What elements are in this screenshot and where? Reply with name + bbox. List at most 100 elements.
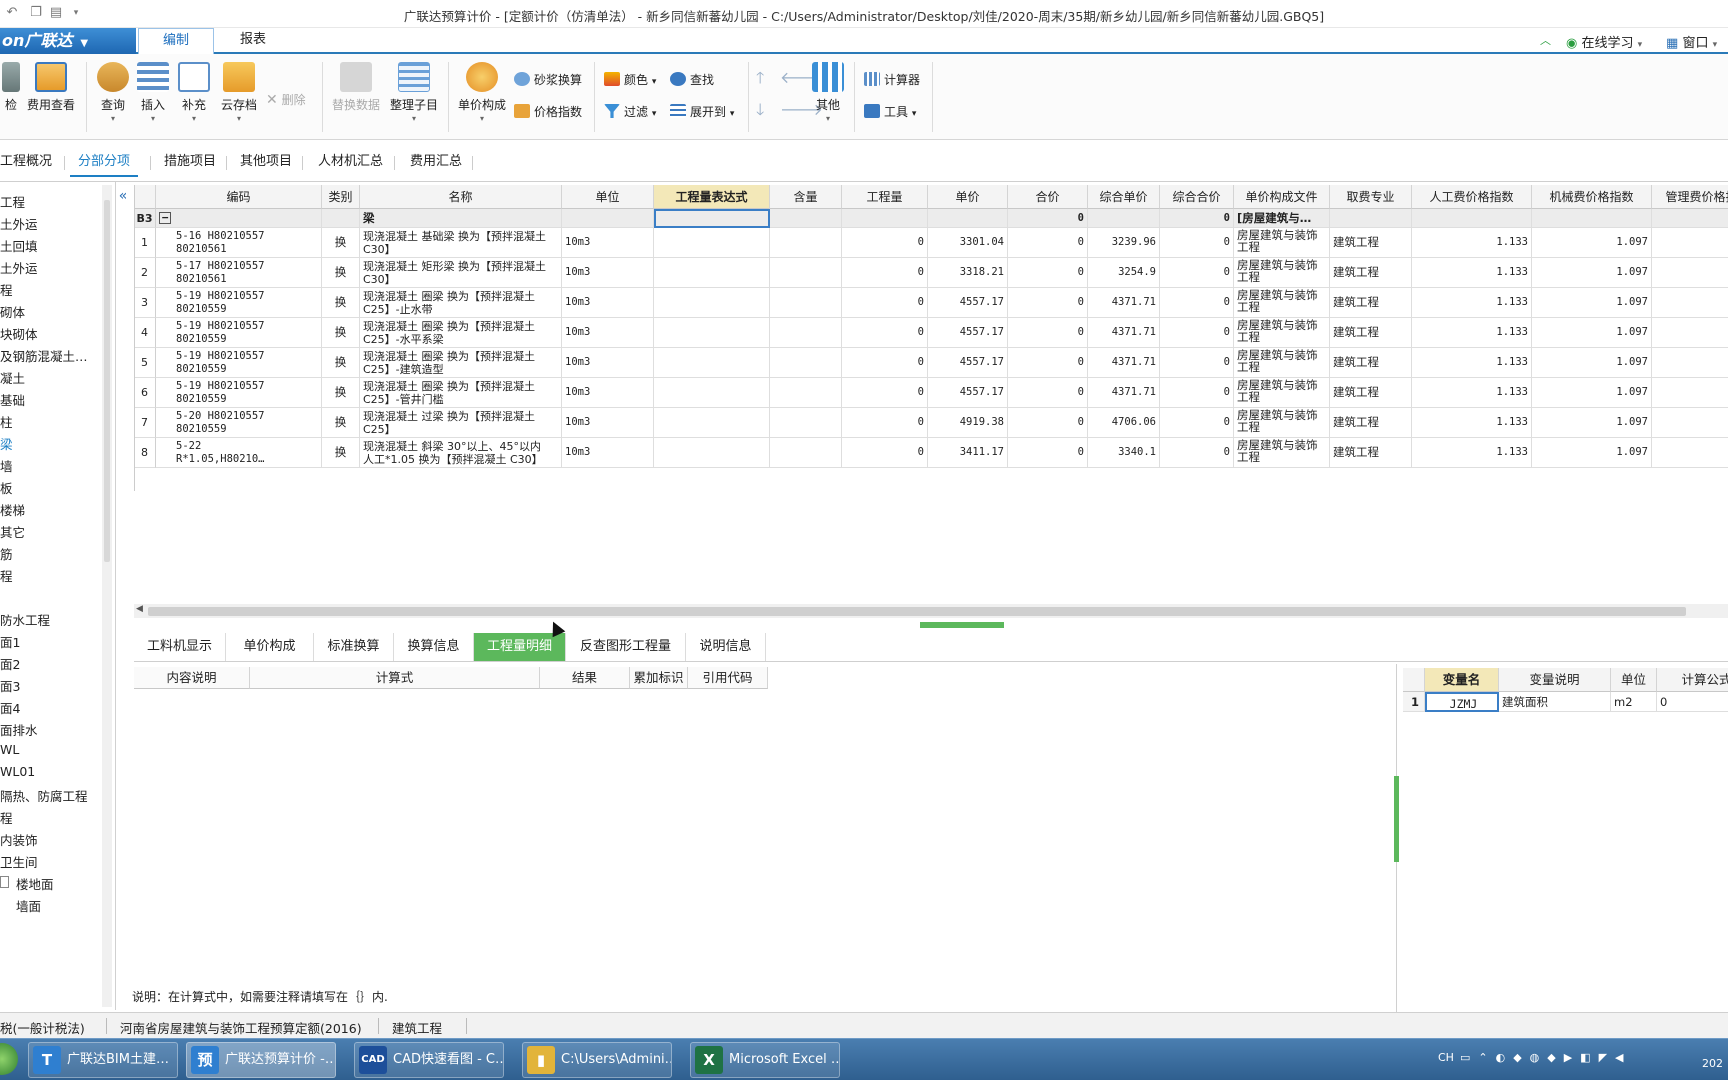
grid-cell[interactable]: [房屋建筑与… <box>1234 209 1330 228</box>
detail-column-header[interactable]: 累加标识 <box>630 667 688 689</box>
quantity-expression-cell[interactable] <box>654 318 770 348</box>
type-cell[interactable]: 换 <box>322 348 360 378</box>
grid-cell[interactable] <box>842 209 928 228</box>
fee-view-button[interactable]: 费用查看 <box>26 62 76 113</box>
query-button[interactable]: 查询 ▾ <box>96 62 130 123</box>
name-cell[interactable]: 现浇混凝土 基础梁 换为【预拌混凝土 C30】 <box>360 228 562 258</box>
color-button[interactable]: 颜色 ▾ <box>604 70 656 90</box>
grid-cell[interactable] <box>770 209 842 228</box>
collapse-tree-icon[interactable]: « <box>116 187 130 205</box>
machine-index-cell[interactable]: 1.097 <box>1532 288 1652 318</box>
name-cell[interactable]: 现浇混凝土 圈梁 换为【预拌混凝土 C25】-止水带 <box>360 288 562 318</box>
name-cell[interactable]: 现浇混凝土 矩形梁 换为【预拌混凝土 C30】 <box>360 258 562 288</box>
grid-cell[interactable] <box>928 209 1008 228</box>
var-name-cell[interactable]: JZMJ <box>1425 692 1499 712</box>
detail-tab[interactable]: 换算信息 <box>394 633 474 661</box>
content-cell[interactable] <box>770 318 842 348</box>
grid-cell[interactable] <box>562 209 654 228</box>
content-cell[interactable] <box>770 438 842 468</box>
fee-major-cell[interactable]: 建筑工程 <box>1330 378 1412 408</box>
expand-to-button[interactable]: 展开到 ▾ <box>670 102 734 122</box>
machine-index-cell[interactable]: 1.097 <box>1532 378 1652 408</box>
tab-project-overview[interactable]: 工程概况 <box>0 149 60 177</box>
tree-item[interactable]: 凝土 <box>0 368 25 387</box>
price-composition-button[interactable]: 单价构成 ▾ <box>456 62 508 123</box>
price-file-cell[interactable]: 房屋建筑与装饰工程 <box>1234 438 1330 468</box>
detail-column-header[interactable]: 内容说明 <box>134 667 250 689</box>
tree-item[interactable]: 面1 <box>0 632 20 651</box>
input-language[interactable]: CH <box>1438 1051 1454 1064</box>
column-header[interactable]: 工程量 <box>842 185 928 209</box>
management-index-cell[interactable]: 1 <box>1652 318 1728 348</box>
var-unit-cell[interactable]: m2 <box>1611 692 1657 712</box>
mortar-conversion-button[interactable]: 砂浆换算 <box>514 70 582 90</box>
taskbar-item[interactable]: 预广联达预算计价 -… <box>186 1042 336 1078</box>
grid-cell[interactable] <box>1088 209 1160 228</box>
tools-button[interactable]: 工具 ▾ <box>864 102 916 122</box>
quantity-expression-cell[interactable] <box>654 348 770 378</box>
total-price-cell[interactable]: 0 <box>1008 258 1088 288</box>
code-cell[interactable]: 5-19 H80210557 80210559 <box>156 318 322 348</box>
labor-index-cell[interactable]: 1.133 <box>1412 288 1532 318</box>
fee-major-cell[interactable]: 建筑工程 <box>1330 228 1412 258</box>
name-cell[interactable]: 现浇混凝土 斜梁 30°以上、45°以内 人工*1.05 换为【预拌混凝土 C30… <box>360 438 562 468</box>
column-header[interactable]: 含量 <box>770 185 842 209</box>
type-cell[interactable]: 换 <box>322 378 360 408</box>
unit-price-cell[interactable]: 4557.17 <box>928 378 1008 408</box>
name-cell[interactable]: 现浇混凝土 圈梁 换为【预拌混凝土 C25】-建筑造型 <box>360 348 562 378</box>
composite-total-cell[interactable]: 0 <box>1160 288 1234 318</box>
tree-item[interactable]: 隔热、防腐工程 <box>0 786 88 805</box>
column-header[interactable]: 取费专业 <box>1330 185 1412 209</box>
labor-index-cell[interactable]: 1.133 <box>1412 258 1532 288</box>
variable-panel-splitter[interactable] <box>1394 776 1399 862</box>
quantity-cell[interactable]: 0 <box>842 288 928 318</box>
quantity-expression-cell[interactable] <box>654 438 770 468</box>
tree-item[interactable]: 及钢筋混凝土… <box>0 346 88 365</box>
composite-total-cell[interactable]: 0 <box>1160 378 1234 408</box>
type-cell[interactable]: 换 <box>322 438 360 468</box>
grid-cell[interactable] <box>654 209 770 228</box>
tray-icons[interactable]: ▭⌃◐◆◍◆▶◧◤◀ <box>1460 1051 1632 1064</box>
tree-item[interactable]: 程 <box>0 808 13 827</box>
row-number[interactable]: 7 <box>134 408 156 438</box>
unit-cell[interactable]: 10m3 <box>562 438 654 468</box>
fee-major-cell[interactable]: 建筑工程 <box>1330 258 1412 288</box>
composite-unit-price-cell[interactable]: 3254.9 <box>1088 258 1160 288</box>
composite-unit-price-cell[interactable]: 4371.71 <box>1088 318 1160 348</box>
unit-cell[interactable]: 10m3 <box>562 258 654 288</box>
row-number[interactable]: 1 <box>134 228 156 258</box>
unit-price-cell[interactable]: 4557.17 <box>928 288 1008 318</box>
grid-horizontal-scrollbar[interactable]: ◀ <box>134 604 1728 618</box>
grid-cell[interactable]: − <box>156 209 322 228</box>
management-index-cell[interactable]: 1 <box>1652 408 1728 438</box>
detail-tab[interactable]: 标准换算 <box>314 633 394 661</box>
tree-item[interactable]: 其它 <box>0 522 25 541</box>
tree-item[interactable]: WL <box>0 742 19 757</box>
unit-price-cell[interactable]: 3301.04 <box>928 228 1008 258</box>
tab-bianzhi[interactable]: 编制 <box>138 28 214 54</box>
detail-tab[interactable]: 反查图形工程量 <box>566 633 686 661</box>
machine-index-cell[interactable]: 1.097 <box>1532 408 1652 438</box>
machine-index-cell[interactable]: 1.097 <box>1532 228 1652 258</box>
grid-scrollbar-thumb[interactable] <box>148 607 1686 616</box>
total-price-cell[interactable]: 0 <box>1008 348 1088 378</box>
grid-cell[interactable]: 梁 <box>360 209 562 228</box>
column-header[interactable]: 编码 <box>156 185 322 209</box>
management-index-cell[interactable]: 1 <box>1652 378 1728 408</box>
detail-tab[interactable]: 工料机显示 <box>134 633 226 661</box>
unit-price-cell[interactable]: 4557.17 <box>928 348 1008 378</box>
composite-total-cell[interactable]: 0 <box>1160 348 1234 378</box>
var-column-header[interactable]: 单位 <box>1611 668 1657 692</box>
column-header[interactable]: 类别 <box>322 185 360 209</box>
var-column-header[interactable]: 变量名 <box>1425 668 1499 692</box>
tab-sub-items[interactable]: 分部分项 <box>70 149 139 177</box>
management-index-cell[interactable]: 1 <box>1652 258 1728 288</box>
tree-scrollbar-thumb[interactable] <box>104 200 110 562</box>
row-number[interactable]: 5 <box>134 348 156 378</box>
total-price-cell[interactable]: 0 <box>1008 408 1088 438</box>
window-menu-button[interactable]: ▦ 窗口 ▾ <box>1666 32 1717 51</box>
tree-item[interactable]: 面2 <box>0 654 20 673</box>
price-file-cell[interactable]: 房屋建筑与装饰工程 <box>1234 288 1330 318</box>
code-cell[interactable]: 5-20 H80210557 80210559 <box>156 408 322 438</box>
composite-unit-price-cell[interactable]: 4371.71 <box>1088 378 1160 408</box>
